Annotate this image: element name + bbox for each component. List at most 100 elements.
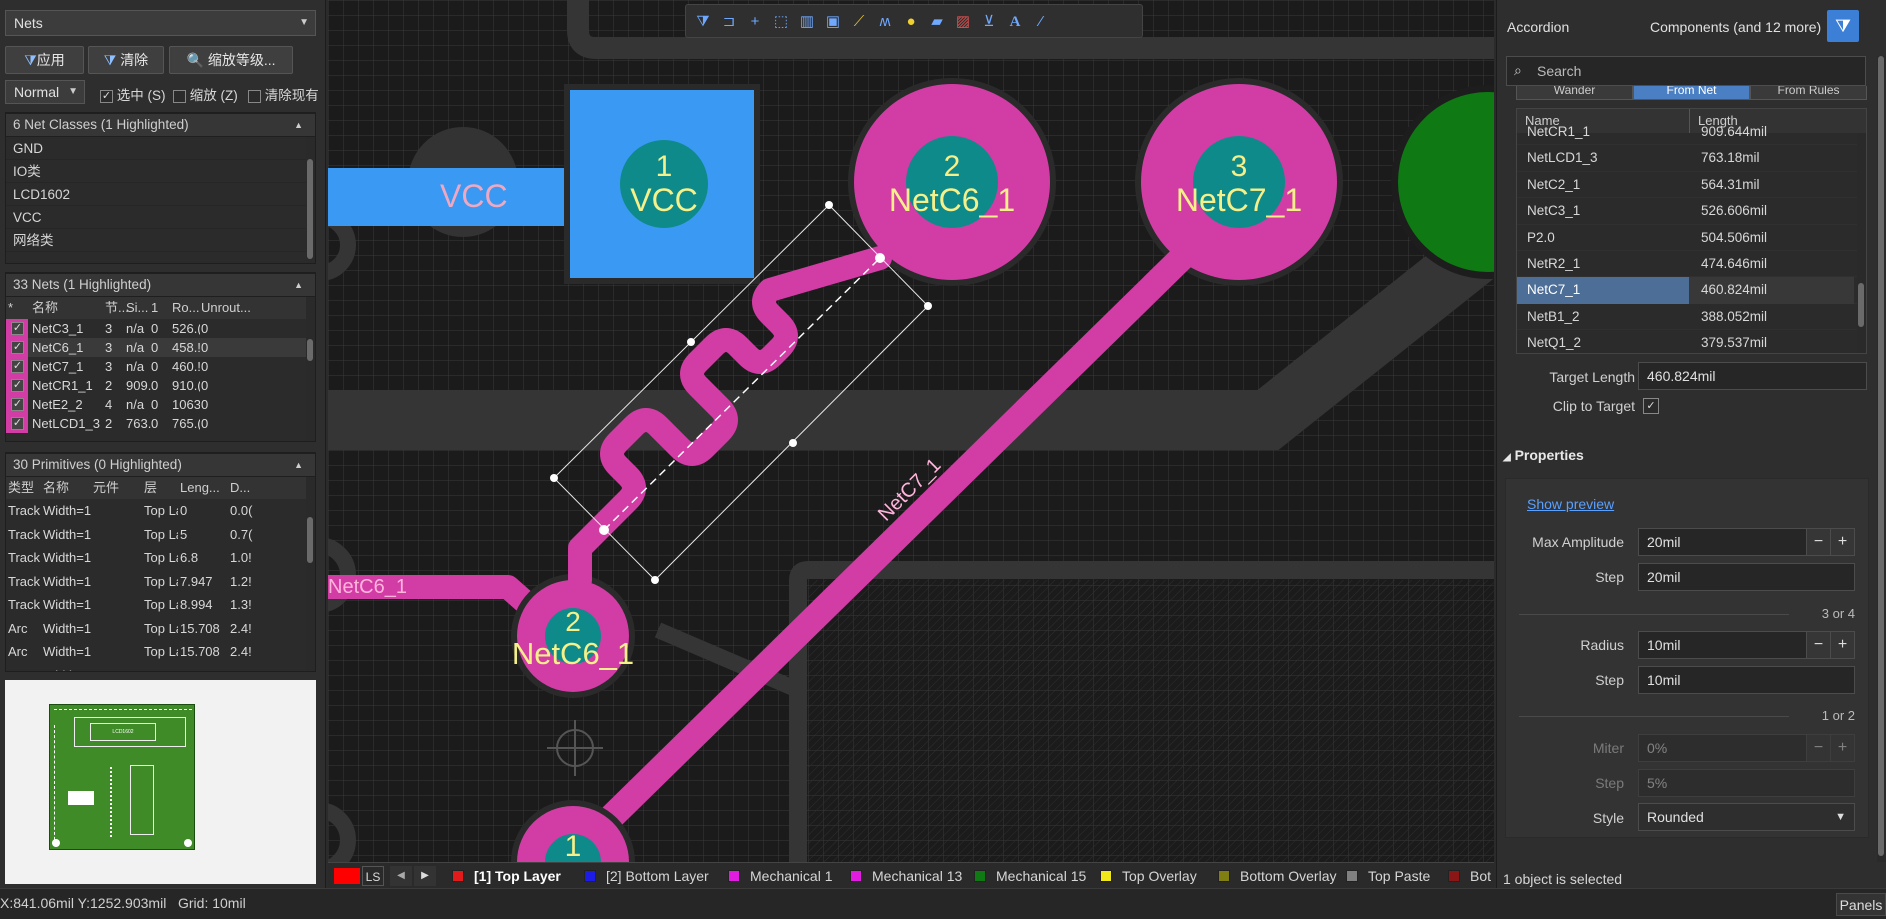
primitive-row[interactable]: ArcWidth=1(Top La15.7082.4! — [6, 640, 315, 664]
keepout-icon[interactable]: ▨ — [952, 11, 974, 33]
select-rect-icon[interactable]: ⬚ — [770, 11, 792, 33]
snap-icon[interactable]: ⊐ — [718, 11, 740, 33]
layer-prev-button[interactable]: ◀ — [390, 866, 412, 886]
net-length-row[interactable]: P2.0 504.506mil — [1517, 225, 1866, 251]
panel-scrollbar[interactable] — [1877, 56, 1886, 862]
tab-from-net[interactable]: From Net — [1633, 86, 1750, 100]
nets-col-header[interactable]: 1 — [151, 297, 158, 319]
net-row[interactable]: ✓ NetCR1_1 2 909. 0 910.(0 — [6, 376, 315, 395]
primitive-row[interactable]: TrackWidth=1(Top La0 0.0( — [6, 499, 315, 523]
primitive-row[interactable]: TrackWidth=1(Top La7.947 1.2! — [6, 570, 315, 594]
radius-step-input[interactable]: 10mil — [1638, 666, 1855, 694]
net-row[interactable]: ✓ NetC7_1 3 n/a 0 460.! 0 — [6, 357, 315, 376]
decrement-button[interactable]: − — [1806, 529, 1830, 555]
diff-pair-icon[interactable]: ʍ — [874, 11, 896, 33]
net-visible-checkbox[interactable]: ✓ — [11, 417, 24, 430]
amplitude-step-input[interactable]: 20mil — [1638, 563, 1855, 591]
primitive-row[interactable]: TrackWidth=1(Top La6.8 1.0! — [6, 546, 315, 570]
selection-filter-text[interactable]: Components (and 12 more) — [1650, 19, 1821, 35]
net-row[interactable]: ✓ NetC3_1 3 n/a 0 526.(0 — [6, 319, 315, 338]
filter-icon[interactable]: ⧩ — [692, 11, 714, 33]
layer-tab[interactable]: [1] Top Layer — [452, 863, 561, 889]
tab-wander[interactable]: Wander — [1516, 86, 1633, 100]
net-class-item[interactable]: LCD1602 — [6, 183, 315, 206]
net-length-row[interactable]: NetR2_1 474.646mil — [1517, 251, 1866, 278]
dimension-icon[interactable]: ⊻ — [978, 11, 1000, 33]
primitive-row[interactable]: ArcWidth=1(Top La15.7082.4! — [6, 617, 315, 641]
nets-scrollbar[interactable] — [306, 297, 315, 441]
layer-next-button[interactable]: ▶ — [414, 866, 436, 886]
mask-mode-dropdown[interactable]: Normal ▼ — [5, 80, 85, 104]
line-icon[interactable]: ⁄ — [1030, 11, 1052, 33]
net-row[interactable]: ✓ NetE2_2 4 n/a 0 1063 0 — [6, 395, 315, 414]
primitive-row[interactable]: TrackWidth=1(Top La5 0.7( — [6, 523, 315, 547]
net-row[interactable]: ✓ NetLCD1_3 2 763. 0 765.(0 — [6, 414, 315, 433]
net-visible-checkbox[interactable]: ✓ — [11, 341, 24, 354]
net-class-item[interactable]: VCC — [6, 206, 315, 229]
net-visible-checkbox[interactable]: ✓ — [11, 398, 24, 411]
route-icon[interactable]: ⟋ — [848, 11, 870, 33]
target-length-input[interactable]: 460.824mil — [1638, 362, 1867, 390]
prims-col-header[interactable]: 名称 — [43, 477, 69, 499]
nets-col-header[interactable]: Ro... — [172, 297, 199, 319]
zoom-option[interactable]: 缩放 (Z) — [173, 84, 238, 104]
net-length-row[interactable]: NetLCD1_3 763.18mil — [1517, 145, 1866, 172]
clear-existing-checkbox[interactable] — [248, 89, 261, 103]
panel-type-dropdown[interactable]: Nets ▼ — [5, 10, 316, 36]
increment-button[interactable]: + — [1830, 529, 1854, 555]
nets-col-header[interactable]: Unrout... — [201, 297, 251, 319]
net-length-row[interactable]: NetQ1_2 379.537mil — [1517, 330, 1866, 353]
zoom-level-button[interactable]: 🔍 缩放等级... — [169, 46, 293, 74]
decrement-button[interactable]: − — [1806, 632, 1830, 658]
board-minimap[interactable]: LCD1602 — [5, 680, 316, 884]
via-icon[interactable]: ● — [900, 11, 922, 33]
nets-col-header[interactable]: 名称 — [32, 297, 58, 319]
net-length-row[interactable]: NetB1_2 388.052mil — [1517, 304, 1866, 331]
classes-scrollbar[interactable] — [306, 137, 315, 263]
nets-col-header[interactable]: * — [8, 297, 13, 319]
increment-button[interactable]: + — [1830, 632, 1854, 658]
radius-input[interactable]: 10mil − + — [1638, 631, 1855, 659]
panels-button[interactable]: Panels — [1836, 893, 1886, 916]
text-icon[interactable]: A — [1004, 11, 1026, 33]
clear-button[interactable]: ⧩ 清除 — [88, 46, 164, 74]
net-length-row[interactable]: NetC2_1 564.31mil — [1517, 172, 1866, 199]
prims-col-header[interactable]: Leng... — [180, 477, 220, 499]
layer-tab[interactable]: Bot — [1448, 863, 1491, 889]
style-dropdown[interactable]: Rounded ▼ — [1638, 803, 1855, 831]
search-input[interactable]: ⌕ Search — [1506, 56, 1866, 86]
net-length-row[interactable]: NetC3_1 526.606mil — [1517, 198, 1866, 225]
prims-col-header[interactable]: 元件 — [93, 477, 119, 499]
component-icon[interactable]: ▣ — [822, 11, 844, 33]
net-class-item[interactable]: 网络类 — [6, 229, 315, 252]
crosshair-icon[interactable]: + — [744, 11, 766, 33]
net-visible-checkbox[interactable]: ✓ — [11, 360, 24, 373]
layer-tab[interactable]: Mechanical 1 — [728, 863, 833, 889]
net-length-scrollbar[interactable] — [1857, 133, 1866, 353]
layer-tab[interactable]: Mechanical 13 — [850, 863, 962, 889]
net-row[interactable]: ✓ NetC6_1 3 n/a 0 458.! 0 — [6, 338, 315, 357]
clear-existing-option[interactable]: 清除现有 — [248, 84, 324, 104]
max-amplitude-input[interactable]: 20mil − + — [1638, 528, 1855, 556]
layer-tab[interactable]: Mechanical 15 — [974, 863, 1086, 889]
prims-col-header[interactable]: D... — [230, 477, 250, 499]
clip-to-target-checkbox[interactable]: ✓ — [1643, 398, 1659, 414]
current-layer-swatch[interactable] — [334, 868, 360, 884]
nets-col-header[interactable]: Si... — [126, 297, 148, 319]
apply-button[interactable]: ⧩应用 — [5, 46, 84, 74]
pcb-drawing[interactable] — [328, 0, 1494, 862]
primitive-row[interactable]: ArcWidth=1(Top La15.7082.4! — [6, 664, 315, 672]
align-icon[interactable]: ▥ — [796, 11, 818, 33]
select-option[interactable]: ✓ 选中 (S) — [100, 84, 166, 104]
layer-set-button[interactable]: LS — [362, 866, 384, 886]
primitives-scrollbar[interactable] — [306, 477, 315, 671]
net-visible-checkbox[interactable]: ✓ — [11, 379, 24, 392]
layer-tab[interactable]: [2] Bottom Layer — [584, 863, 709, 889]
tab-from-rules[interactable]: From Rules — [1750, 86, 1867, 100]
net-class-item[interactable]: IO类 — [6, 160, 315, 183]
pcb-canvas[interactable]: VCC 1 VCC 2 NetC6_1 3 NetC7_1 2 NetC6_1 … — [328, 0, 1494, 862]
net-class-item[interactable]: GND — [6, 137, 315, 160]
net-visible-checkbox[interactable]: ✓ — [11, 322, 24, 335]
net-length-row[interactable]: NetCR1_1 909.644mil — [1517, 119, 1866, 146]
net-length-row[interactable]: NetC7_1 460.824mil — [1517, 277, 1866, 304]
